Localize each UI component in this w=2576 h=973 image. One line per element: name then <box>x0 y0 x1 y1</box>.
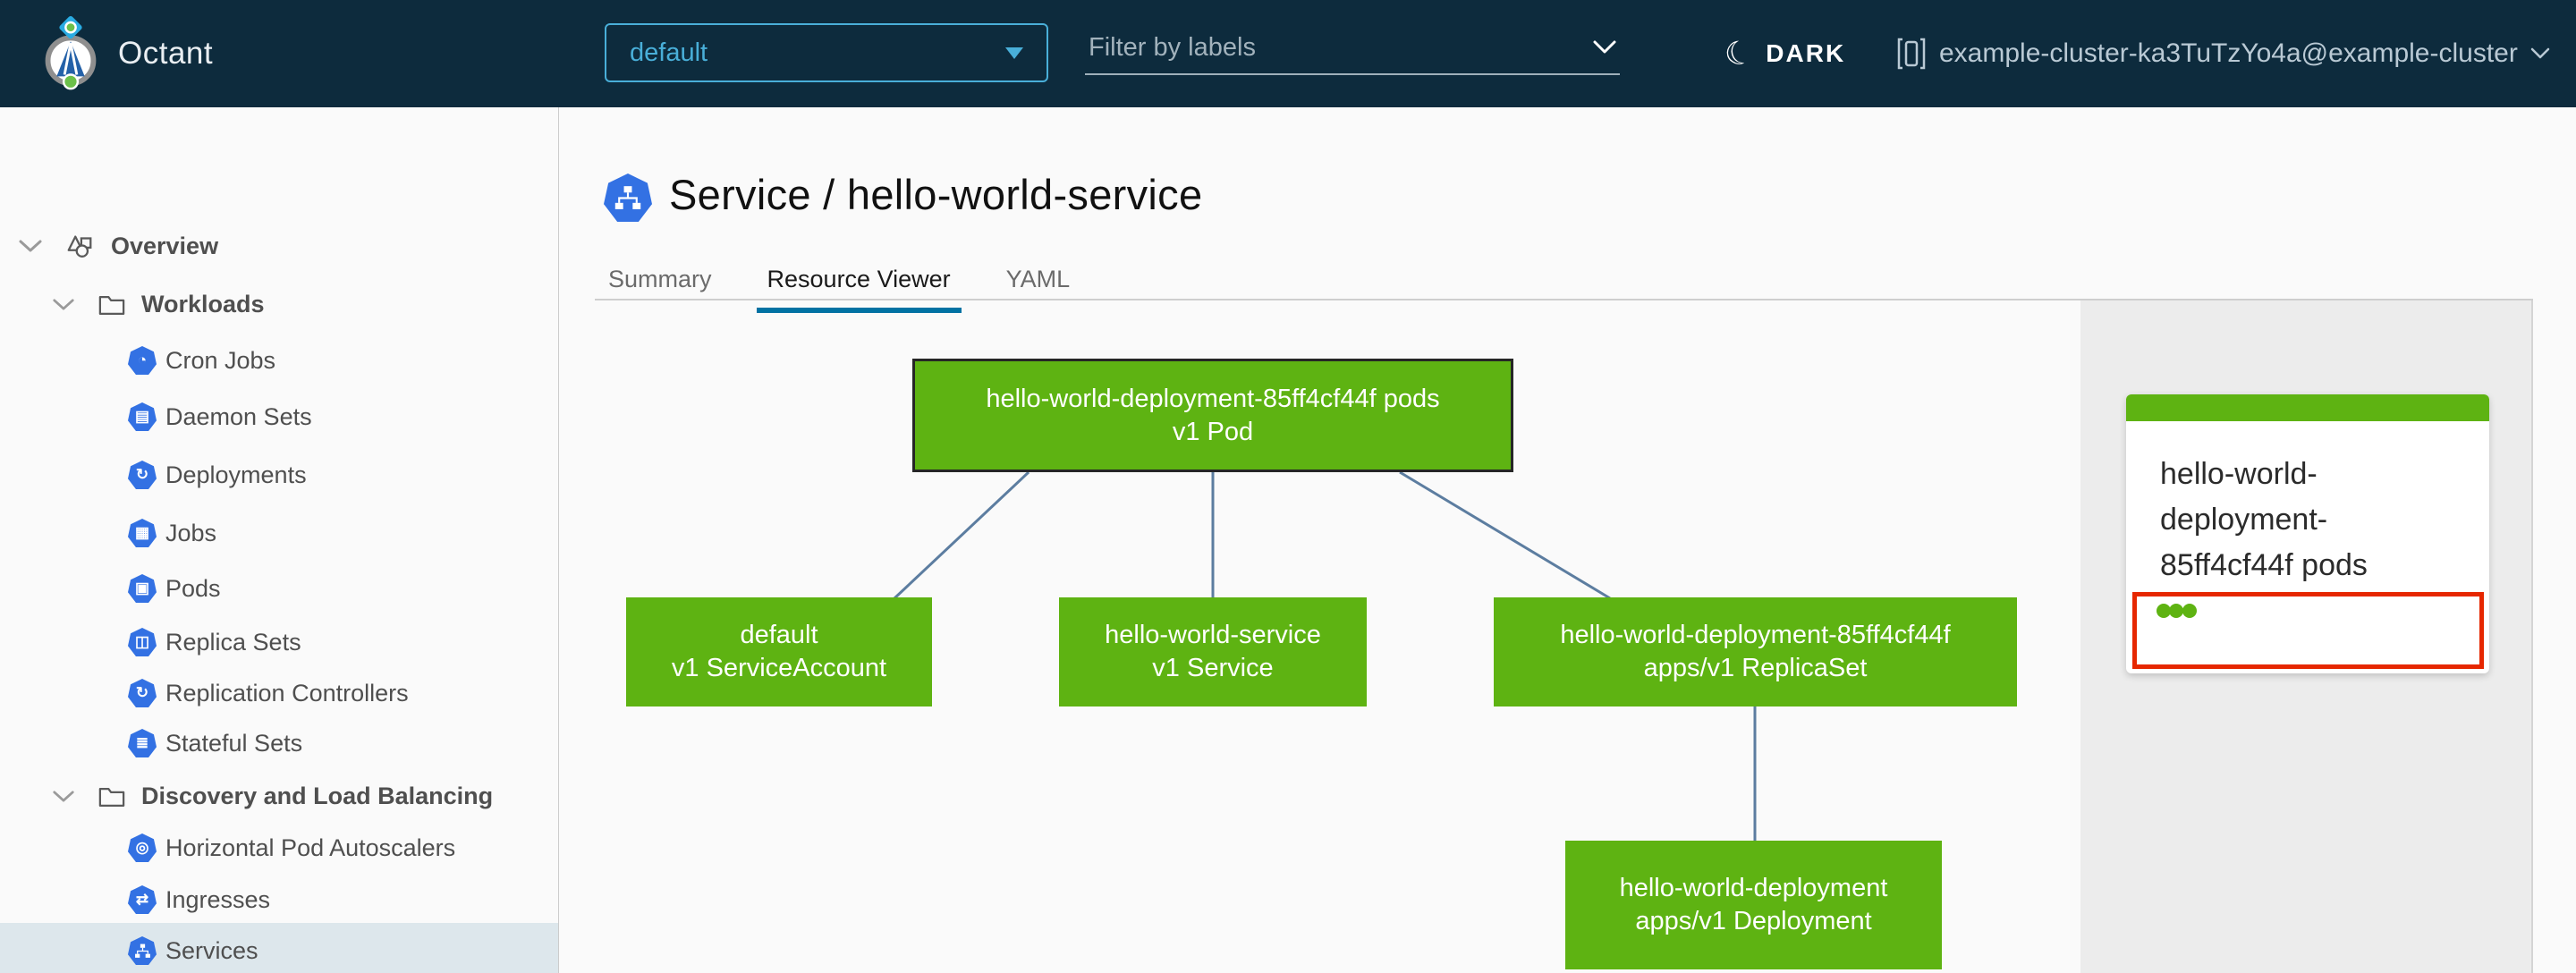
graph-node-replicaset[interactable]: hello-world-deployment-85ff4cf44f apps/v… <box>1494 597 2017 706</box>
graph-node-service[interactable]: hello-world-service v1 Service <box>1059 597 1367 706</box>
moon-icon: ☾ <box>1720 31 1758 75</box>
octant-logo-icon <box>45 16 97 90</box>
tab-summary[interactable]: Summary <box>597 266 723 313</box>
label-filter-input[interactable]: Filter by labels <box>1085 27 1620 75</box>
namespace-selector[interactable]: default <box>605 23 1048 82</box>
chevron-down-icon <box>2530 47 2550 59</box>
app-header: Octant default Filter by labels ☾ DARK e… <box>0 0 2576 107</box>
ingresses-icon: ⇄ <box>128 885 157 914</box>
sidebar-item-overview[interactable]: Overview <box>0 221 558 271</box>
sidebar-item-daemon-sets[interactable]: ▤ Daemon Sets <box>0 392 558 442</box>
theme-toggle[interactable]: ☾ DARK <box>1720 0 1846 107</box>
folder-icon <box>98 293 125 316</box>
sidebar-item-pods[interactable]: ▣ Pods <box>0 563 558 613</box>
sidebar-item-stateful-sets[interactable]: ≣ Stateful Sets <box>0 718 558 768</box>
chevron-down-icon[interactable] <box>18 239 43 253</box>
jobs-icon: ▦ <box>128 519 157 547</box>
status-dot <box>2169 604 2183 618</box>
chevron-down-icon <box>1593 40 1616 54</box>
pod-dots-highlight <box>2132 592 2484 669</box>
chevron-down-icon[interactable] <box>52 790 75 803</box>
chevron-down-icon[interactable] <box>52 298 75 311</box>
deployments-icon: ↻ <box>128 461 157 489</box>
tab-yaml[interactable]: YAML <box>996 266 1081 313</box>
dropdown-arrow-icon <box>1005 47 1023 59</box>
sidebar-item-cron-jobs[interactable]: ◔ Cron Jobs <box>0 335 558 385</box>
sidebar-item-deployments[interactable]: ↻ Deployments <box>0 450 558 500</box>
services-icon <box>128 936 157 965</box>
sidebar-item-services[interactable]: Services <box>0 923 558 973</box>
app-title: Octant <box>118 36 214 71</box>
theme-toggle-label: DARK <box>1766 39 1846 67</box>
service-icon <box>604 173 652 222</box>
graph-node-deployment[interactable]: hello-world-deployment apps/v1 Deploymen… <box>1565 841 1942 969</box>
stateful-sets-icon: ≣ <box>128 729 157 757</box>
graph-node-pod[interactable]: hello-world-deployment-85ff4cf44f pods v… <box>912 359 1513 472</box>
status-dot <box>2182 604 2197 618</box>
sidebar-item-replication-controllers[interactable]: ↻ Replication Controllers <box>0 668 558 718</box>
octant-app: Octant default Filter by labels ☾ DARK e… <box>0 0 2576 973</box>
graph-edge <box>1399 470 1611 600</box>
pod-status-card[interactable]: hello-world-deployment-85ff4cf44f pods <box>2126 394 2489 673</box>
cluster-selector[interactable]: example-cluster-ka3TuTzYo4a@example-clus… <box>1896 0 2550 107</box>
app-logo[interactable]: Octant <box>43 0 213 107</box>
replication-controllers-icon: ↻ <box>128 679 157 707</box>
sidebar-group-discovery-and-load-balancing[interactable]: Discovery and Load Balancing <box>0 771 558 821</box>
card-status-bar <box>2126 394 2489 421</box>
sidebar-item-horizontal-pod-autoscalers[interactable]: ◎ Horizontal Pod Autoscalers <box>0 823 558 873</box>
graph-edge <box>893 470 1030 600</box>
cluster-icon <box>1897 38 1926 70</box>
cron-jobs-icon: ◔ <box>128 346 157 375</box>
sidebar-item-ingresses[interactable]: ⇄ Ingresses <box>0 875 558 925</box>
namespace-value: default <box>630 38 708 67</box>
tab-resource-viewer[interactable]: Resource Viewer <box>756 266 962 313</box>
cluster-name: example-cluster-ka3TuTzYo4a@example-clus… <box>1939 38 2518 68</box>
resource-tabs: Summary Resource Viewer YAML <box>597 266 1080 313</box>
sidebar: Overview Workloads ◔ Cron Jobs ▤ Daemon … <box>0 107 559 973</box>
card-title: hello-world-deployment-85ff4cf44f pods <box>2160 457 2368 582</box>
page-title: Service / hello-world-service <box>669 171 1203 218</box>
sidebar-item-replica-sets[interactable]: ◫ Replica Sets <box>0 617 558 667</box>
pods-icon: ▣ <box>128 574 157 603</box>
hpa-icon: ◎ <box>128 833 157 862</box>
folder-icon <box>98 785 125 808</box>
detail-panel: hello-world-deployment-85ff4cf44f pods <box>2080 300 2533 973</box>
label-filter-placeholder: Filter by labels <box>1089 32 1256 62</box>
pod-status-dots[interactable] <box>2157 604 2198 622</box>
sidebar-item-jobs[interactable]: ▦ Jobs <box>0 508 558 558</box>
graph-node-serviceaccount[interactable]: default v1 ServiceAccount <box>626 597 932 706</box>
objects-icon <box>64 231 95 261</box>
replica-sets-icon: ◫ <box>128 628 157 656</box>
sidebar-group-workloads[interactable]: Workloads <box>0 279 558 329</box>
daemon-sets-icon: ▤ <box>128 402 157 431</box>
